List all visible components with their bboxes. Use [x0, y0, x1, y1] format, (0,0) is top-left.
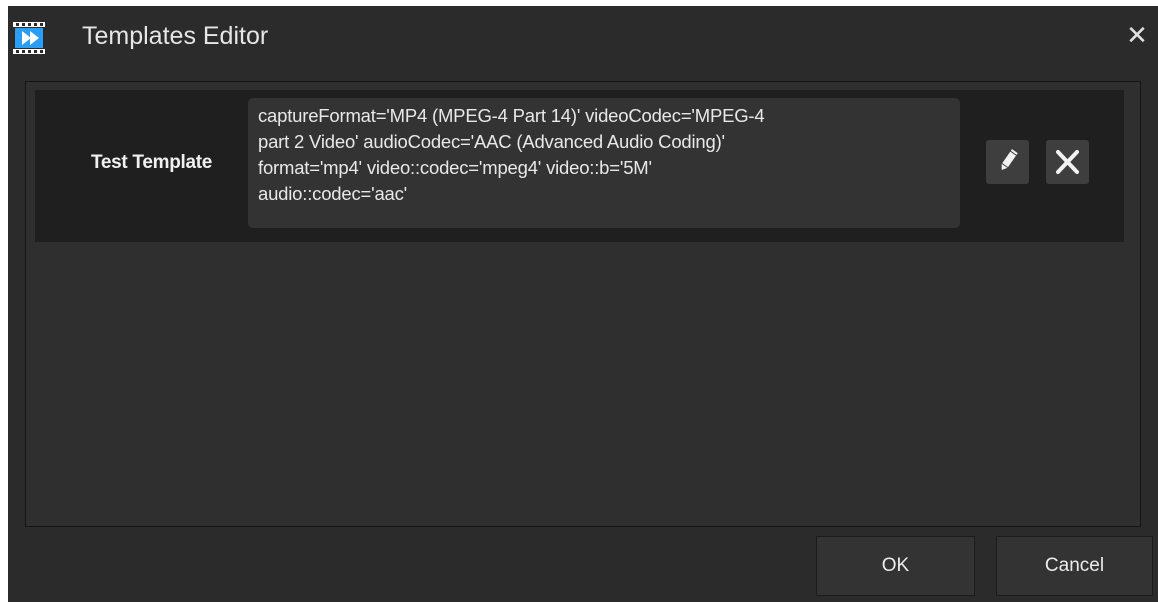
close-icon [1056, 150, 1079, 174]
pencil-icon [1001, 149, 1018, 171]
cancel-button[interactable]: Cancel [996, 536, 1153, 596]
window-title: Templates Editor [82, 22, 269, 50]
delete-template-button[interactable] [1046, 140, 1089, 184]
template-value-field[interactable]: captureFormat='MP4 (MPEG-4 Part 14)' vid… [248, 98, 960, 228]
ok-button[interactable]: OK [816, 536, 975, 596]
templates-list[interactable]: Test Template captureFormat='MP4 (MPEG-4… [25, 81, 1141, 527]
templates-editor-window: Templates Editor ✕ Test Template capture… [8, 6, 1158, 602]
video-editor-icon [13, 22, 45, 54]
title-bar[interactable]: Templates Editor ✕ [8, 6, 1158, 66]
template-row[interactable]: Test Template captureFormat='MP4 (MPEG-4… [35, 90, 1124, 242]
close-window-button[interactable]: ✕ [1122, 20, 1152, 50]
edit-template-button[interactable] [986, 140, 1029, 184]
template-name: Test Template [91, 152, 213, 173]
